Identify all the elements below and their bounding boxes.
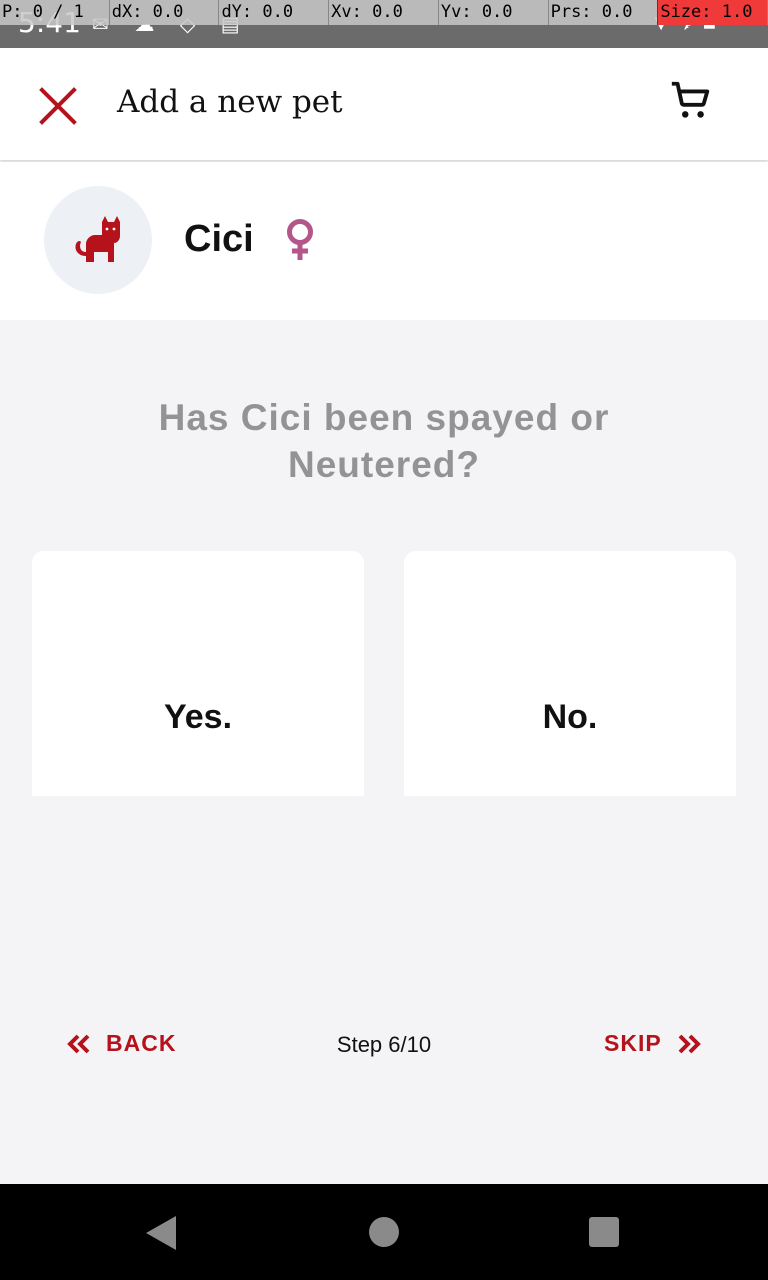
overlay-size: Size: 1.0 xyxy=(658,0,768,25)
pointer-location-overlay: P: 0 / 1 dX: 0.0 dY: 0.0 Xv: 0.0 Yv: 0.0… xyxy=(0,0,768,25)
option-no-label: No. xyxy=(542,698,598,736)
pet-avatar xyxy=(44,186,152,294)
cart-icon xyxy=(671,81,710,118)
option-no-card[interactable]: No. xyxy=(404,551,736,796)
overlay-yv: Yv: 0.0 xyxy=(438,0,549,25)
system-back-icon[interactable] xyxy=(146,1216,176,1250)
app-bar: Add a new pet xyxy=(0,48,768,160)
system-recents-icon[interactable] xyxy=(589,1217,619,1247)
option-yes-card[interactable]: Yes. xyxy=(32,551,364,796)
page-title: Add a new pet xyxy=(117,84,343,120)
cart-button[interactable] xyxy=(668,78,714,124)
option-yes-label: Yes. xyxy=(163,698,233,736)
overlay-dy: dY: 0.0 xyxy=(219,0,330,25)
double-chevron-right-icon xyxy=(678,1034,701,1053)
female-icon xyxy=(287,219,313,260)
system-navigation-bar xyxy=(0,1184,768,1280)
close-icon xyxy=(39,87,77,125)
pet-header: Cici xyxy=(0,162,768,320)
close-button[interactable] xyxy=(34,82,82,130)
overlay-pressure: Prs: 0.0 xyxy=(548,0,659,25)
pet-name: Cici xyxy=(184,218,254,260)
skip-button[interactable]: SKIP xyxy=(604,1030,702,1057)
question-text: Has Cici been spayed or Neutered? xyxy=(158,397,610,485)
skip-label: SKIP xyxy=(604,1030,662,1056)
overlay-xv: Xv: 0.0 xyxy=(329,0,439,25)
overlay-pointer-count: P: 0 / 1 xyxy=(0,0,110,25)
overlay-dx: dX: 0.0 xyxy=(109,0,220,25)
cat-icon xyxy=(75,216,120,262)
system-home-icon[interactable] xyxy=(369,1217,399,1247)
